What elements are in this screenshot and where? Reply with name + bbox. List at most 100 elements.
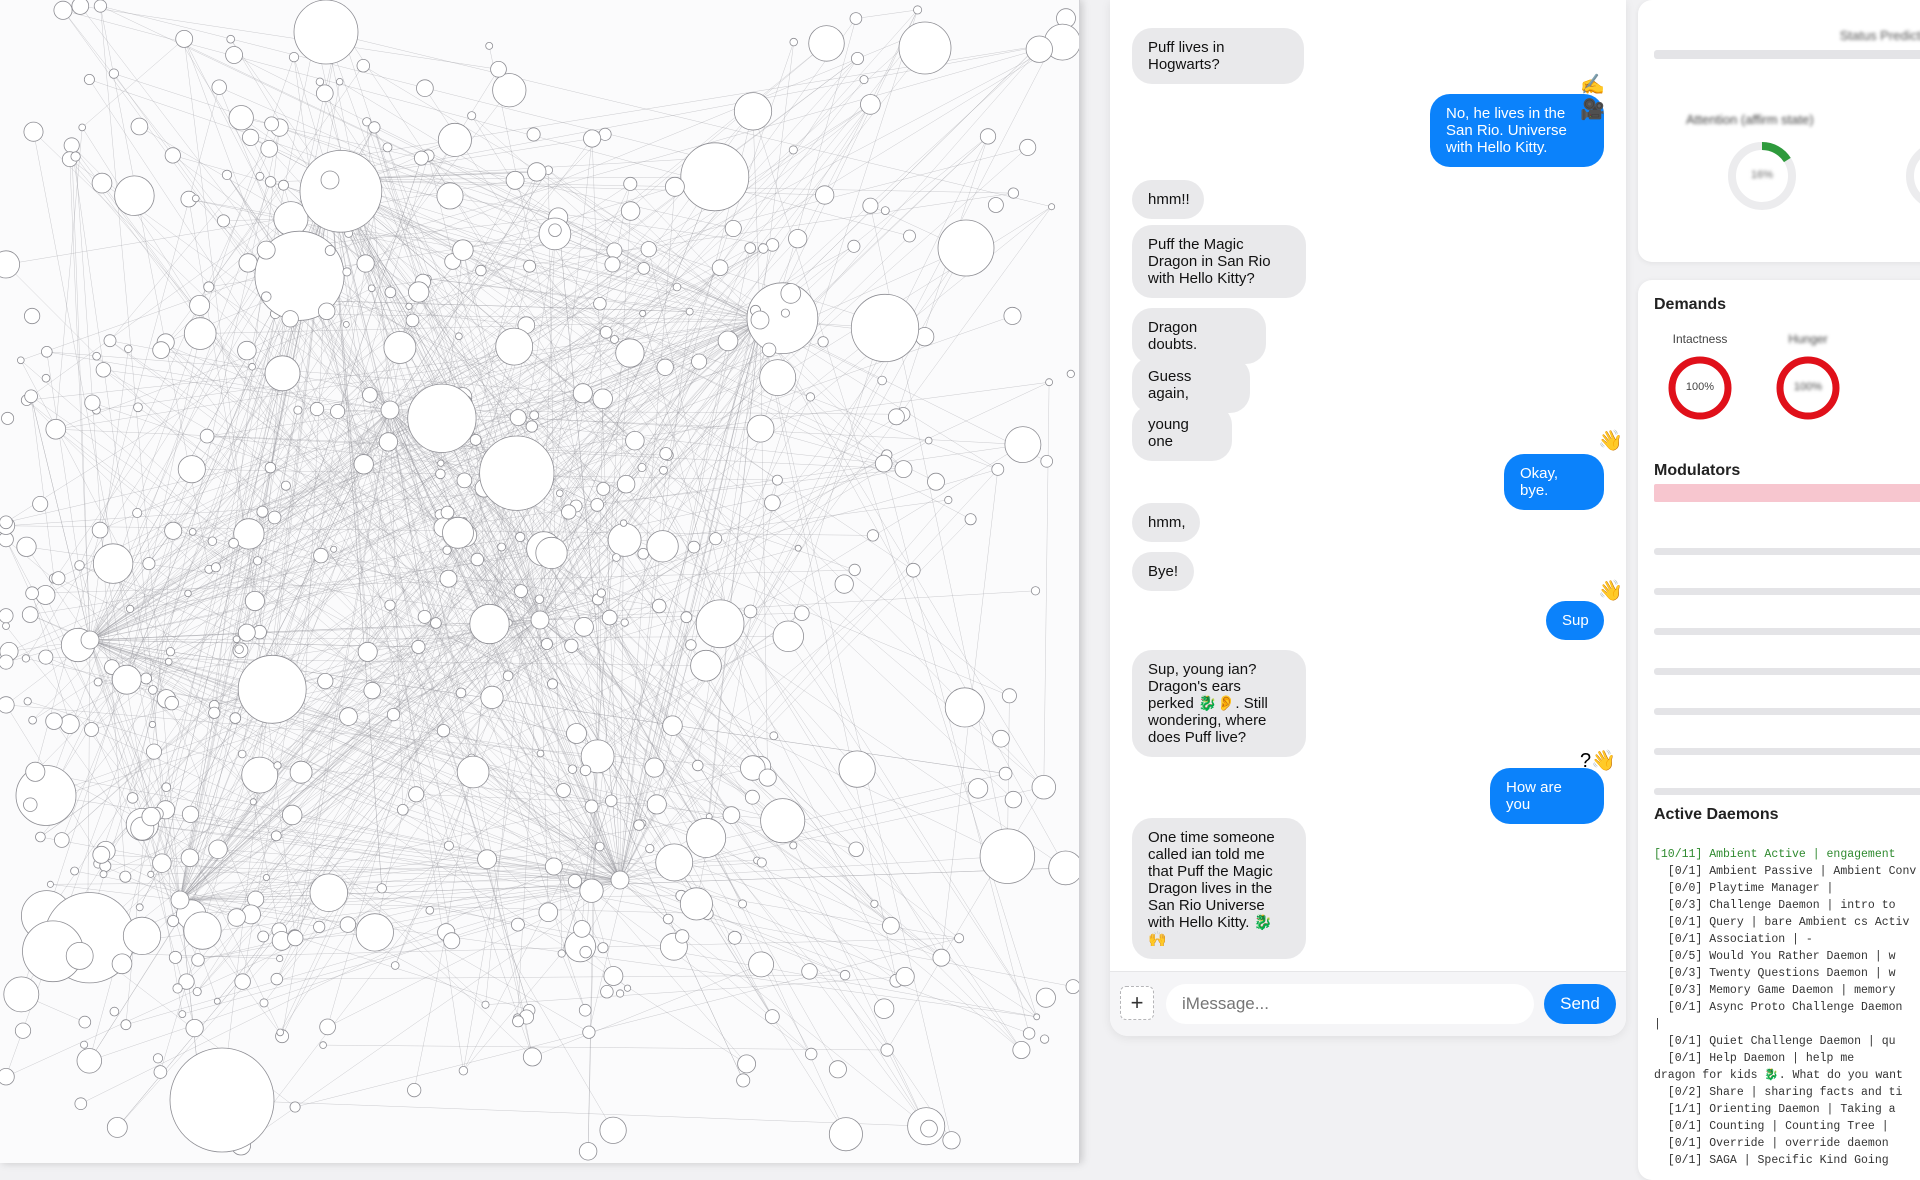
graph-node[interactable] [221,169,233,180]
graph-node[interactable] [828,1060,847,1079]
graph-node[interactable] [1033,1013,1041,1021]
graph-node[interactable] [71,0,90,15]
graph-node[interactable] [495,327,534,366]
outgoing-message-bubble[interactable]: No, he lives in the San Rio. Universe wi… [1430,94,1604,167]
graph-node[interactable] [535,536,568,570]
graph-node[interactable] [411,639,426,654]
incoming-message-bubble[interactable]: One time someone called ian told me that… [1132,818,1306,959]
graph-node[interactable] [964,513,977,526]
graph-node[interactable] [23,797,38,812]
graph-node[interactable] [126,792,139,804]
graph-node[interactable] [23,307,41,325]
graph-node[interactable] [905,562,921,578]
graph-node[interactable] [620,201,641,221]
graph-node[interactable] [880,1043,894,1057]
graph-node[interactable] [860,94,881,115]
graph-node[interactable] [991,462,1005,476]
graph-node[interactable] [1065,979,1079,994]
graph-node[interactable] [601,609,618,626]
graph-node[interactable] [276,1028,285,1037]
graph-node[interactable] [70,151,81,162]
graph-node[interactable] [979,128,997,145]
graph-node[interactable] [672,282,682,292]
graph-node[interactable] [152,1053,164,1064]
graph-node[interactable] [998,766,1013,781]
graph-node[interactable] [1022,1027,1036,1040]
graph-node[interactable] [227,908,246,927]
graph-node[interactable] [93,0,107,13]
graph-node[interactable] [396,803,409,816]
graph-node[interactable] [880,206,890,216]
graph-node[interactable] [456,755,490,789]
graph-node[interactable] [944,687,985,728]
graph-node[interactable] [319,1041,327,1049]
graph-node[interactable] [253,556,263,566]
graph-node[interactable] [514,584,528,598]
graph-node[interactable] [175,30,194,48]
graph-node[interactable] [430,617,442,629]
graph-node[interactable] [234,973,251,990]
outgoing-message-bubble[interactable]: How are you [1490,768,1604,824]
graph-node[interactable] [894,460,913,479]
graph-node[interactable] [920,1119,938,1138]
graph-node[interactable] [109,1006,120,1017]
graph-node[interactable] [93,677,103,687]
graph-node[interactable] [164,521,183,540]
graph-node[interactable] [14,1022,32,1039]
graph-node[interactable] [280,480,291,491]
graph-node[interactable] [78,123,86,132]
graph-node[interactable] [238,253,258,273]
graph-node[interactable] [24,389,38,404]
graph-node[interactable] [603,966,624,986]
graph-node[interactable] [183,317,217,350]
graph-node[interactable] [1001,688,1017,704]
message-reaction[interactable]: 👋 [1598,578,1623,603]
graph-node[interactable] [850,293,920,363]
graph-node[interactable] [509,409,527,427]
graph-node[interactable] [237,340,257,361]
graph-node[interactable] [612,553,621,562]
graph-node[interactable] [0,696,15,714]
graph-node[interactable] [213,997,221,1005]
graph-node[interactable] [1030,586,1041,596]
graph-node[interactable] [145,743,162,760]
graph-node[interactable] [646,794,667,815]
graph-node[interactable] [92,845,111,864]
graph-node[interactable] [877,375,887,386]
graph-node[interactable] [161,782,172,792]
graph-node[interactable] [25,586,39,600]
graph-node[interactable] [2,622,10,630]
graph-node[interactable] [78,1015,92,1029]
graph-node[interactable] [425,905,435,915]
graph-node[interactable] [937,219,995,277]
graph-node[interactable] [229,712,242,724]
graph-node[interactable] [828,1117,863,1152]
graph-node[interactable] [435,468,446,480]
graph-node[interactable] [255,171,265,181]
graph-node[interactable] [28,715,37,725]
graph-node[interactable] [38,649,54,665]
graph-node[interactable] [270,830,282,842]
graph-node[interactable] [74,1097,88,1110]
graph-node[interactable] [652,598,667,614]
graph-node[interactable] [1040,454,1053,468]
graph-node[interactable] [92,543,134,584]
graph-node[interactable] [356,58,371,73]
graph-node[interactable] [293,0,359,65]
graph-node[interactable] [309,873,348,912]
graph-node[interactable] [522,1047,542,1067]
graph-node[interactable] [35,831,46,843]
graph-node[interactable] [390,961,400,970]
graph-node[interactable] [1035,987,1056,1008]
graph-node[interactable] [437,122,472,157]
graph-node[interactable] [815,185,835,205]
graph-node[interactable] [141,806,161,827]
graph-node[interactable] [228,537,239,549]
graph-node[interactable] [46,880,54,888]
graph-node[interactable] [744,242,756,254]
graph-node[interactable] [455,687,467,699]
graph-node[interactable] [615,338,645,368]
graph-node[interactable] [567,764,578,774]
graph-node[interactable] [299,149,383,233]
graph-node[interactable] [114,175,155,216]
